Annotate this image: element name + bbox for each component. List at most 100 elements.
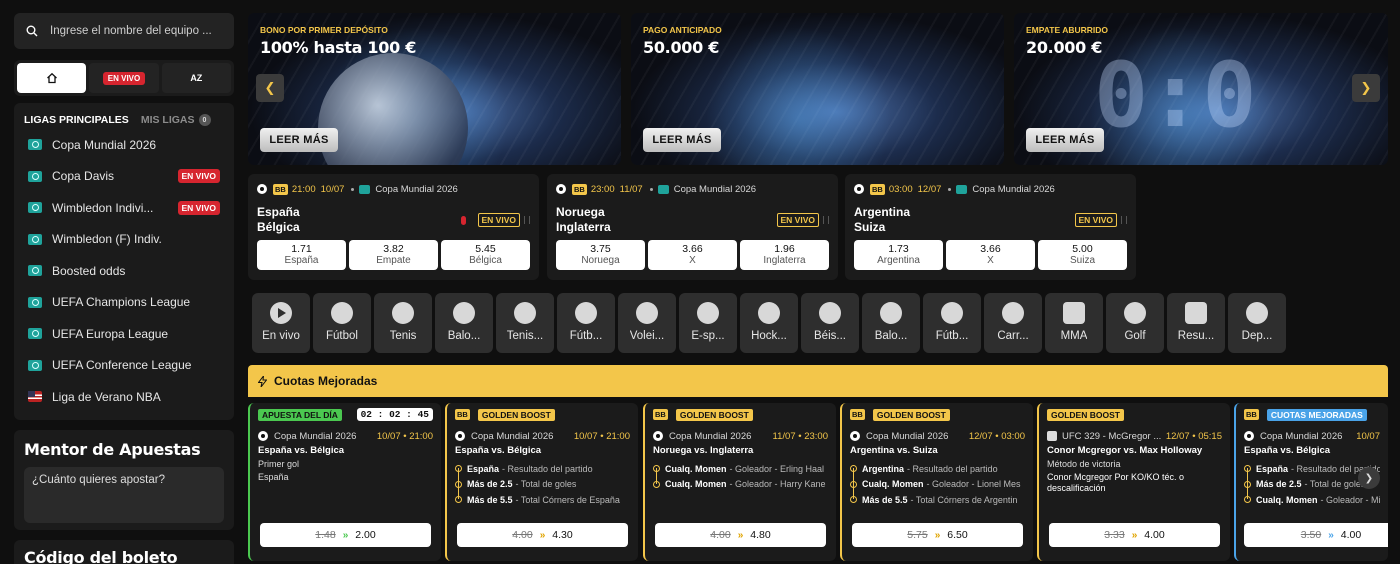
boosted-price-button[interactable]: 3.50 » 4.00 [1244, 523, 1388, 547]
double-chevron-icon: » [934, 529, 941, 541]
leg-market: - Total de goles [515, 479, 577, 490]
sport-label: Fútbol [326, 330, 358, 342]
trophy-icon [28, 233, 42, 245]
sport-helmet[interactable]: Fútb... [923, 293, 981, 353]
soccer-icon [331, 302, 353, 324]
boosted-price-button[interactable]: 4.00 » 4.30 [457, 523, 628, 547]
live-button[interactable]: EN VIVO [89, 63, 159, 93]
league-item[interactable]: Wimbledon Indivi... EN VIVO [24, 192, 224, 224]
sport-trophy[interactable]: Dep... [1228, 293, 1286, 353]
search-input[interactable] [50, 25, 220, 37]
league-item[interactable]: UEFA Champions League [24, 287, 224, 319]
leg-market: - Total de goles [1304, 479, 1366, 490]
odd-button[interactable]: 3.75 Noruega [556, 240, 645, 270]
sport-volleyball[interactable]: Volei... [618, 293, 676, 353]
sport-boot[interactable]: Fútb... [557, 293, 615, 353]
sport-racing[interactable]: Carr... [984, 293, 1042, 353]
old-odd: 5.75 [907, 529, 928, 541]
sport-play[interactable]: En vivo [252, 293, 310, 353]
league-item[interactable]: Liga de Verano NBA [24, 381, 224, 413]
leg-market: - Goleador - Erling Haal [729, 463, 825, 474]
sport-baseball[interactable]: Béis... [801, 293, 859, 353]
home-team: Argentina [854, 205, 911, 219]
boost-next-arrow[interactable]: ❯ [1358, 467, 1380, 489]
match-card[interactable]: BB 03:00 12/07 Copa Mundial 2026 Argentina Su… [845, 174, 1136, 280]
boost-card[interactable]: BB GOLDEN BOOST Copa Mundial 2026 10/07 • 2… [445, 403, 638, 561]
read-more-button[interactable]: LEER MÁS [643, 128, 721, 152]
league-item[interactable]: UEFA Conference League [24, 350, 224, 382]
bb-badge: BB [653, 409, 668, 420]
bb-badge: BB [273, 183, 288, 195]
leg-selection: Más de 2.5 [467, 479, 513, 490]
odd-button[interactable]: 1.73 Argentina [854, 240, 943, 270]
boost-card[interactable]: BB GOLDEN BOOST Copa Mundial 2026 11/07 • 2… [643, 403, 836, 561]
sport-scoreboard[interactable]: Resu... [1167, 293, 1225, 353]
boosted-price-button[interactable]: 5.75 » 6.50 [852, 523, 1023, 547]
match-card[interactable]: BB 23:00 11/07 Copa Mundial 2026 Noruega Ingl… [547, 174, 838, 280]
league-item[interactable]: Boosted odds [24, 255, 224, 287]
read-more-button[interactable]: LEER MÁS [260, 128, 338, 152]
usa-flag-icon [28, 391, 42, 403]
boosted-price-button[interactable]: 1.48 » 2.00 [260, 523, 431, 547]
sport-soccer[interactable]: Fútbol [313, 293, 371, 353]
odd-button[interactable]: 1.71 España [257, 240, 346, 270]
odd-button[interactable]: 3.66 X [648, 240, 737, 270]
match-header: BB 23:00 11/07 Copa Mundial 2026 [556, 182, 829, 196]
sport-mma-glove[interactable]: MMA [1045, 293, 1103, 353]
leg-market: - Resultado del partido [907, 463, 998, 474]
boosted-price-button[interactable]: 4.00 » 4.80 [655, 523, 826, 547]
league-label: Wimbledon (F) Indiv. [52, 232, 162, 247]
stats-icon[interactable] [1121, 216, 1127, 224]
boost-tags: GOLDEN BOOST [1047, 408, 1222, 421]
banner-3[interactable]: 0:0 EMPATE ABURRIDO 20.000 € LEER MÁS ❯ [1014, 13, 1388, 165]
league-label: Wimbledon Indivi... [52, 200, 154, 215]
bet-leg: Argentina - Resultado del partido [850, 461, 1025, 477]
read-more-button[interactable]: LEER MÁS [1026, 128, 1104, 152]
sport-tennis[interactable]: Tenis [374, 293, 432, 353]
odd-label: X [689, 255, 696, 266]
boost-type-tag: CUOTAS MEJORADAS [1266, 408, 1367, 421]
banner-next-arrow[interactable]: ❯ [1352, 74, 1380, 102]
league-item[interactable]: Wimbledon (F) Indiv. [24, 224, 224, 256]
odd-label: Noruega [581, 255, 620, 266]
stats-icon[interactable] [524, 216, 530, 224]
odd-button[interactable]: 3.66 X [946, 240, 1035, 270]
leg-selection: Cualq. Momen [1256, 494, 1318, 505]
sport-golf[interactable]: Golf [1106, 293, 1164, 353]
home-button[interactable] [17, 63, 87, 93]
sport-handball[interactable]: Balo... [862, 293, 920, 353]
odd-button[interactable]: 3.82 Empate [349, 240, 438, 270]
boost-card[interactable]: APUESTA DEL DÍA 02 : 02 : 45 Copa Mundial … [248, 403, 441, 561]
banner-2[interactable]: PAGO ANTICIPADO 50.000 € LEER MÁS [631, 13, 1004, 165]
sport-hockey[interactable]: Hock... [740, 293, 798, 353]
tab-my-leagues[interactable]: MIS LIGAS [141, 114, 195, 126]
boost-card[interactable]: GOLDEN BOOST UFC 329 - McGregor ... 12/07 … [1037, 403, 1230, 561]
banner-prev-arrow[interactable]: ❮ [256, 74, 284, 102]
tab-main-leagues[interactable]: LIGAS PRINCIPALES [24, 114, 129, 126]
league-item[interactable]: Copa Mundial 2026 [24, 129, 224, 161]
banner-1[interactable]: BONO POR PRIMER DEPÓSITO 100% hasta 100 … [248, 13, 621, 165]
double-chevron-icon: » [737, 529, 744, 541]
boost-card[interactable]: BB GOLDEN BOOST Copa Mundial 2026 12/07 • 0… [840, 403, 1033, 561]
az-button[interactable]: AZ [161, 63, 231, 93]
stats-icon[interactable] [823, 216, 829, 224]
odd-button[interactable]: 5.45 Bélgica [441, 240, 530, 270]
league-item[interactable]: UEFA Europa League [24, 318, 224, 350]
hockey-icon [758, 302, 780, 324]
odd-button[interactable]: 5.00 Suiza [1038, 240, 1127, 270]
sport-basketball[interactable]: Balo... [435, 293, 493, 353]
odd-label: España [284, 255, 319, 266]
match-card[interactable]: BB 21:00 10/07 Copa Mundial 2026 España Bélgi… [248, 174, 539, 280]
sidebar: EN VIVO AZ LIGAS PRINCIPALES MIS LIGAS 0… [14, 13, 234, 564]
separator-dot [649, 187, 653, 191]
search-box[interactable] [14, 13, 234, 49]
boosted-price-button[interactable]: 3.33 » 4.00 [1049, 523, 1220, 547]
sport-label: Tenis... [506, 330, 544, 342]
odd-button[interactable]: 1.96 Inglaterra [740, 240, 829, 270]
sport-gamepad[interactable]: E-sp... [679, 293, 737, 353]
bb-badge: BB [1244, 409, 1259, 420]
league-item[interactable]: Copa Davis EN VIVO [24, 161, 224, 193]
sport-table-tennis[interactable]: Tenis... [496, 293, 554, 353]
mentor-question[interactable]: ¿Cuánto quieres apostar? [24, 467, 224, 523]
boost-tags: BB GOLDEN BOOST [455, 408, 630, 421]
